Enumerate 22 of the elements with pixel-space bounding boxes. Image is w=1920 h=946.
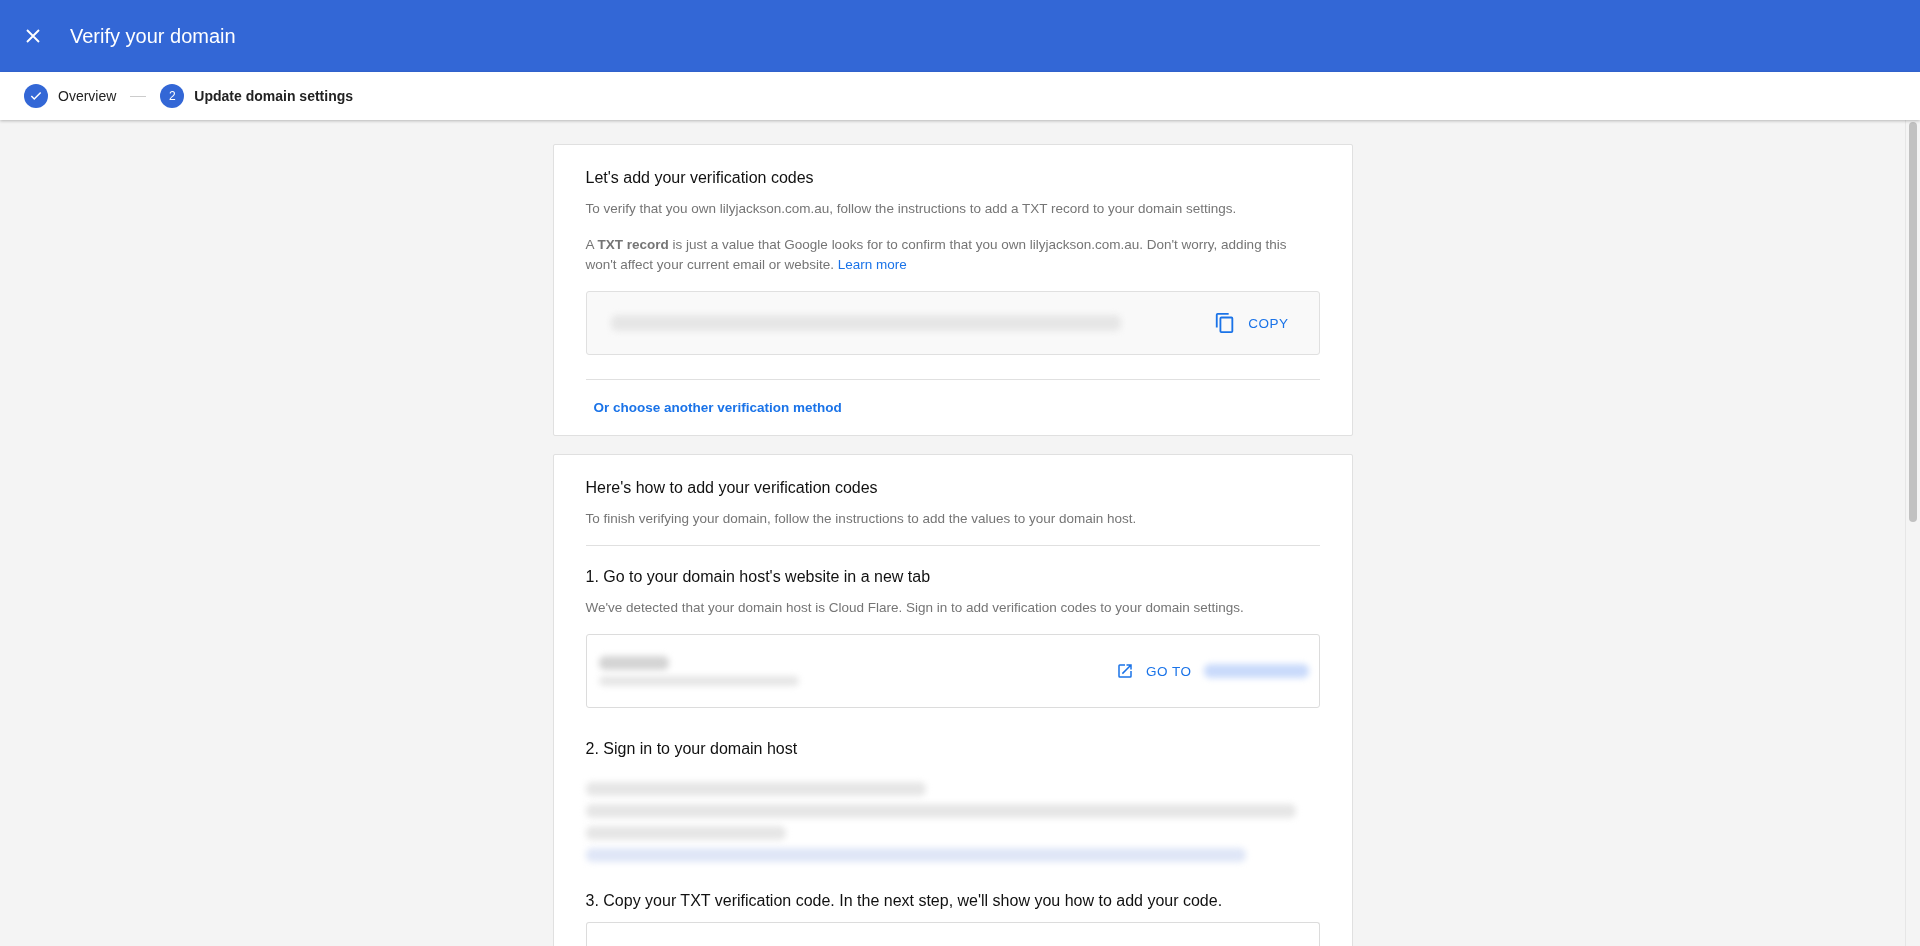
learn-more-link[interactable]: Learn more [837,257,907,272]
intro-text: To finish verifying your domain, follow the instructions to add the values to your domain host. [585,510,1138,528]
step-title: 1. Go to your domain host's website in a new tab [585,568,932,586]
close-icon [24,27,42,45]
go-to-host-button[interactable]: GO TO [1110,661,1315,681]
explanation-text: A TXT record is just a value that Google looks for to confirm that you own lilyjackson.com.au. Don't worry, adding this won't affect your current email or website. Learn more [585,236,1288,274]
step-description: We've detected that your domain host is Cloud Flare. Sign in to add verification codes to your domain settings. [585,599,1245,617]
card-title: Here's how to add your verification codes [585,479,879,497]
redacted-host-name [598,656,669,670]
step-label: Overview [58,88,117,104]
copy-button[interactable]: COPY [1208,311,1295,335]
intro-text: To verify that you own lilyjackson.com.au, follow the instructions to add a TXT record to your domain settings. [585,200,1238,218]
open-external-icon [1116,662,1134,680]
scrollbar[interactable] [1905,120,1920,946]
page-title: Verify your domain [70,24,236,48]
card-title: Let's add your verification codes [585,169,815,187]
step-title: 3. Copy your TXT verification code. In the next step, we'll show you how to add your code. [585,892,1224,910]
step-label: Update domain settings [194,88,354,104]
alternative-method-link[interactable]: Or choose another verification method [593,400,842,415]
step-title: 2. Sign in to your domain host [585,740,799,758]
check-icon [29,89,43,103]
step-number-badge: 2 [160,84,185,108]
